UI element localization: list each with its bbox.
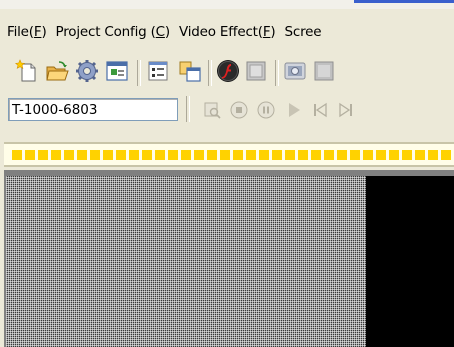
settings-gear-icon[interactable]	[75, 59, 99, 83]
open-folder-icon[interactable]	[45, 59, 69, 83]
stop-square-icon[interactable]	[244, 59, 268, 83]
menu-bar: File(F) Project Config (C) Video Effect(…	[0, 21, 454, 43]
menu-video-effect[interactable]: Video Effect(F)	[179, 24, 276, 40]
preview-icon[interactable]	[203, 101, 221, 119]
display-black-area	[366, 176, 454, 347]
toolbar-separator	[137, 60, 141, 86]
previous-icon[interactable]	[311, 101, 329, 119]
toolbar-separator	[208, 60, 212, 86]
menu-file[interactable]: File(F)	[7, 24, 47, 40]
toolbar-separator	[186, 96, 190, 122]
program-list-icon[interactable]	[146, 59, 170, 83]
flash-icon[interactable]	[216, 59, 240, 83]
camera-icon[interactable]	[283, 59, 307, 83]
menu-screen[interactable]: Scree	[284, 24, 321, 40]
play-icon[interactable]	[285, 101, 303, 119]
device-id-field[interactable]: T-1000-6803	[8, 98, 178, 121]
copy-window-icon[interactable]	[178, 59, 202, 83]
progress-segments	[12, 150, 454, 160]
menu-project-config[interactable]: Project Config (C)	[56, 24, 171, 40]
main-toolbar	[0, 52, 454, 90]
next-icon[interactable]	[337, 101, 355, 119]
progress-strip	[4, 142, 454, 167]
new-file-icon[interactable]	[15, 59, 39, 83]
stop-icon[interactable]	[230, 101, 248, 119]
grey-box-icon[interactable]	[312, 59, 336, 83]
led-display-preview[interactable]	[6, 176, 366, 347]
titlebar-accent	[354, 0, 454, 3]
playback-toolbar: T-1000-6803	[0, 96, 454, 126]
pause-icon[interactable]	[257, 101, 275, 119]
window-titlebar-edge	[0, 0, 454, 9]
properties-icon[interactable]	[105, 59, 129, 83]
toolbar-separator	[275, 60, 279, 86]
